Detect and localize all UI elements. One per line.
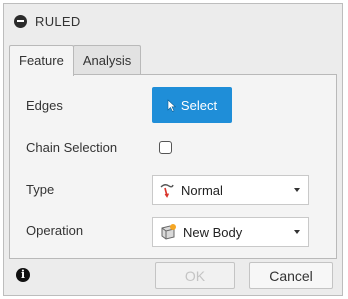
tab-feature[interactable]: Feature [9,45,74,76]
chain-selection-label: Chain Selection [26,140,118,155]
type-label: Type [26,182,55,197]
chevron-down-icon [294,188,300,192]
ruled-normal-icon [160,184,174,198]
edges-select-button[interactable]: Select [152,87,232,123]
operation-value: New Body [183,224,243,240]
operation-dropdown[interactable]: New Body [152,217,309,247]
ok-button[interactable]: OK [155,262,235,289]
dialog-title: RULED [35,13,81,29]
edges-label: Edges [26,98,63,113]
info-icon[interactable]: i [16,268,30,282]
operation-label: Operation [26,223,84,238]
feature-panel: Edges Select Chain Selection Type Normal… [9,74,337,259]
tab-analysis[interactable]: Analysis [72,45,142,75]
cancel-button[interactable]: Cancel [249,262,333,289]
minus-circle-icon[interactable] [14,14,27,28]
dialog-titlebar: RULED [4,4,342,38]
tab-bar: Feature Analysis [9,45,142,76]
chevron-down-icon [294,230,300,234]
cursor-arrow-icon [167,98,176,112]
new-body-icon [161,224,176,240]
chain-selection-checkbox[interactable] [159,141,172,154]
type-dropdown[interactable]: Normal [152,175,309,205]
edges-select-label: Select [180,97,218,113]
ruled-dialog: RULED Feature Analysis Edges Select Chai… [3,3,343,296]
type-value: Normal [181,182,223,198]
